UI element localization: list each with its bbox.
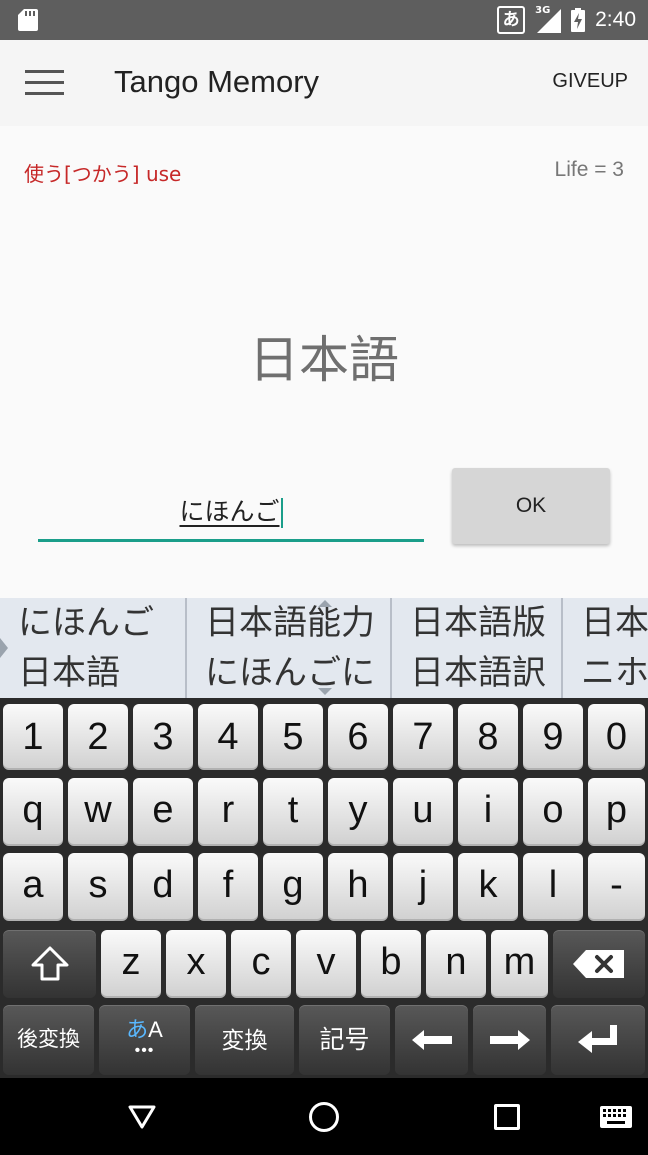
shift-key[interactable] (3, 930, 96, 998)
backspace-icon (573, 950, 624, 978)
key[interactable]: w (68, 778, 128, 846)
sd-card-icon (18, 9, 38, 31)
key[interactable]: 4 (198, 704, 258, 770)
life-counter: Life = 3 (554, 158, 624, 181)
key[interactable]: k (458, 853, 518, 921)
key[interactable]: p (588, 778, 645, 846)
key[interactable]: 7 (393, 704, 453, 770)
home-icon[interactable] (309, 1102, 339, 1132)
key[interactable]: 6 (328, 704, 388, 770)
back-icon[interactable] (128, 1104, 156, 1130)
more-dots-icon: ••• (134, 1042, 155, 1059)
key[interactable]: z (101, 930, 161, 998)
text-cursor (280, 498, 283, 528)
cursor-left-key[interactable] (395, 1005, 468, 1075)
keyboard: 1 2 3 4 5 6 7 8 9 0 q w e r t y u i o p … (0, 698, 648, 1078)
symbols-key[interactable]: 記号 (299, 1005, 390, 1075)
key[interactable]: l (523, 853, 583, 921)
key[interactable]: 0 (588, 704, 645, 770)
candidate-item[interactable]: にほんご (18, 598, 185, 648)
key[interactable]: u (393, 778, 453, 846)
key[interactable]: d (133, 853, 193, 921)
ime-indicator: あ (497, 6, 526, 34)
answer-input[interactable]: にほんご (38, 478, 424, 542)
key[interactable]: q (3, 778, 63, 846)
reconvert-key[interactable]: 後変換 (3, 1005, 94, 1075)
candidate-column: 日本 ニホ (563, 598, 648, 698)
key[interactable]: 9 (523, 704, 583, 770)
candidate-item[interactable]: 日本 (581, 598, 648, 648)
shift-icon (31, 946, 68, 981)
app-bar: Tango Memory GIVEUP (0, 40, 648, 126)
clock: 2:40 (595, 8, 636, 31)
candidate-expand-up-icon[interactable] (318, 600, 332, 607)
status-bar: あ 3G 2:40 (0, 0, 648, 40)
candidate-item[interactable]: ニホ (581, 648, 648, 698)
signal-icon: 3G (535, 5, 562, 33)
key[interactable]: g (263, 853, 323, 921)
input-mode-key[interactable]: あA ••• (99, 1005, 190, 1075)
quiz-panel: 使う[つかう] use Life = 3 日本語 にほんご OK (0, 126, 648, 598)
candidate-column: にほんご 日本語 (0, 598, 187, 698)
cursor-right-key[interactable] (473, 1005, 546, 1075)
candidate-item[interactable]: 日本語版 (410, 598, 561, 648)
key[interactable]: o (523, 778, 583, 846)
key[interactable]: f (198, 853, 258, 921)
arrow-right-icon (489, 1030, 530, 1050)
key[interactable]: c (231, 930, 291, 998)
recents-icon[interactable] (494, 1104, 520, 1130)
key[interactable]: a (3, 853, 63, 921)
key[interactable]: 3 (133, 704, 193, 770)
quiz-word: 日本語 (249, 331, 399, 389)
key[interactable]: s (68, 853, 128, 921)
key[interactable]: r (198, 778, 258, 846)
navigation-bar (0, 1078, 648, 1155)
enter-icon (578, 1025, 617, 1053)
enter-key[interactable] (551, 1005, 645, 1075)
convert-key[interactable]: 変換 (195, 1005, 294, 1075)
key[interactable]: n (426, 930, 486, 998)
answer-value: にほんご (179, 497, 280, 526)
mode-alpha-label: A (148, 1017, 163, 1042)
key[interactable]: e (133, 778, 193, 846)
network-type: 3G (535, 5, 551, 16)
backspace-key[interactable] (553, 930, 645, 998)
keyboard-switch-icon[interactable] (600, 1106, 632, 1128)
key[interactable]: y (328, 778, 388, 846)
candidate-expand-down-icon[interactable] (318, 688, 332, 695)
key[interactable]: 2 (68, 704, 128, 770)
candidate-item[interactable]: にほんごに (205, 648, 390, 698)
arrow-left-icon (411, 1030, 452, 1050)
ok-button[interactable]: OK (452, 468, 610, 544)
key[interactable]: 1 (3, 704, 63, 770)
candidate-item[interactable]: 日本語能力 (205, 598, 390, 648)
key[interactable]: j (393, 853, 453, 921)
key[interactable]: 8 (458, 704, 518, 770)
key[interactable]: i (458, 778, 518, 846)
key[interactable]: t (263, 778, 323, 846)
key[interactable]: h (328, 853, 388, 921)
key[interactable]: v (296, 930, 356, 998)
app-title: Tango Memory (114, 64, 320, 99)
hamburger-menu-icon[interactable] (25, 70, 64, 96)
candidate-column: 日本語版 日本語訳 (392, 598, 563, 698)
key[interactable]: x (166, 930, 226, 998)
battery-charging-icon (571, 8, 586, 32)
previous-word-hint: 使う[つかう] use (24, 162, 182, 186)
candidate-item[interactable]: 日本語訳 (410, 648, 561, 698)
key[interactable]: m (491, 930, 548, 998)
key[interactable]: b (361, 930, 421, 998)
giveup-button[interactable]: GIVEUP (552, 70, 628, 93)
mode-kana-label: あ (126, 1017, 149, 1042)
candidate-bar: にほんご 日本語 日本語能力 にほんごに 日本語版 日本語訳 日本 ニホ (0, 598, 648, 698)
key[interactable]: - (588, 853, 645, 921)
candidate-item[interactable]: 日本語 (18, 648, 185, 698)
key[interactable]: 5 (263, 704, 323, 770)
candidate-column: 日本語能力 にほんごに (187, 598, 392, 698)
